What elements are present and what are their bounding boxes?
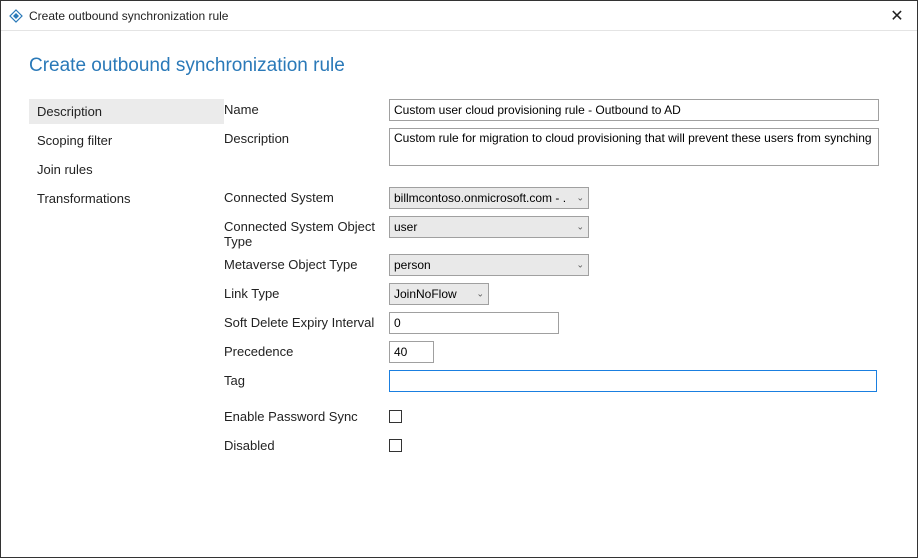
enable-password-sync-label: Enable Password Sync <box>224 406 389 424</box>
tag-label: Tag <box>224 370 389 388</box>
chevron-down-icon: ⌄ <box>576 222 584 233</box>
sidebar-item-transformations[interactable]: Transformations <box>29 186 224 211</box>
sidebar-item-scoping-filter[interactable]: Scoping filter <box>29 128 224 153</box>
cs-object-type-label: Connected System Object Type <box>224 216 389 249</box>
cs-object-type-select[interactable]: user ⌄ <box>389 216 589 238</box>
sidebar: Description Scoping filter Join rules Tr… <box>29 99 224 464</box>
sidebar-item-description[interactable]: Description <box>29 99 224 124</box>
sidebar-item-join-rules[interactable]: Join rules <box>29 157 224 182</box>
tag-input[interactable] <box>389 370 877 392</box>
precedence-label: Precedence <box>224 341 389 359</box>
chevron-down-icon: ⌄ <box>476 289 484 300</box>
link-type-label: Link Type <box>224 283 389 301</box>
disabled-label: Disabled <box>224 435 389 453</box>
soft-delete-label: Soft Delete Expiry Interval <box>224 312 389 330</box>
description-input[interactable]: Custom rule for migration to cloud provi… <box>389 128 879 166</box>
precedence-input[interactable] <box>389 341 434 363</box>
name-input[interactable] <box>389 99 879 121</box>
connected-system-select[interactable]: billmcontoso.onmicrosoft.com - . ⌄ <box>389 187 589 209</box>
disabled-checkbox[interactable] <box>389 439 402 452</box>
connected-system-label: Connected System <box>224 187 389 205</box>
close-button[interactable]: ✕ <box>885 6 909 26</box>
chevron-down-icon: ⌄ <box>576 260 584 271</box>
form: Name Description Custom rule for migrati… <box>224 99 897 464</box>
app-icon <box>9 9 23 23</box>
enable-password-sync-checkbox[interactable] <box>389 410 402 423</box>
page-title: Create outbound synchronization rule <box>29 55 897 77</box>
mv-object-type-label: Metaverse Object Type <box>224 254 389 272</box>
window-title: Create outbound synchronization rule <box>29 9 885 23</box>
link-type-select[interactable]: JoinNoFlow ⌄ <box>389 283 489 305</box>
description-label: Description <box>224 128 389 146</box>
name-label: Name <box>224 99 389 117</box>
mv-object-type-select[interactable]: person ⌄ <box>389 254 589 276</box>
chevron-down-icon: ⌄ <box>576 193 584 204</box>
titlebar: Create outbound synchronization rule ✕ <box>1 1 917 31</box>
soft-delete-input[interactable] <box>389 312 559 334</box>
